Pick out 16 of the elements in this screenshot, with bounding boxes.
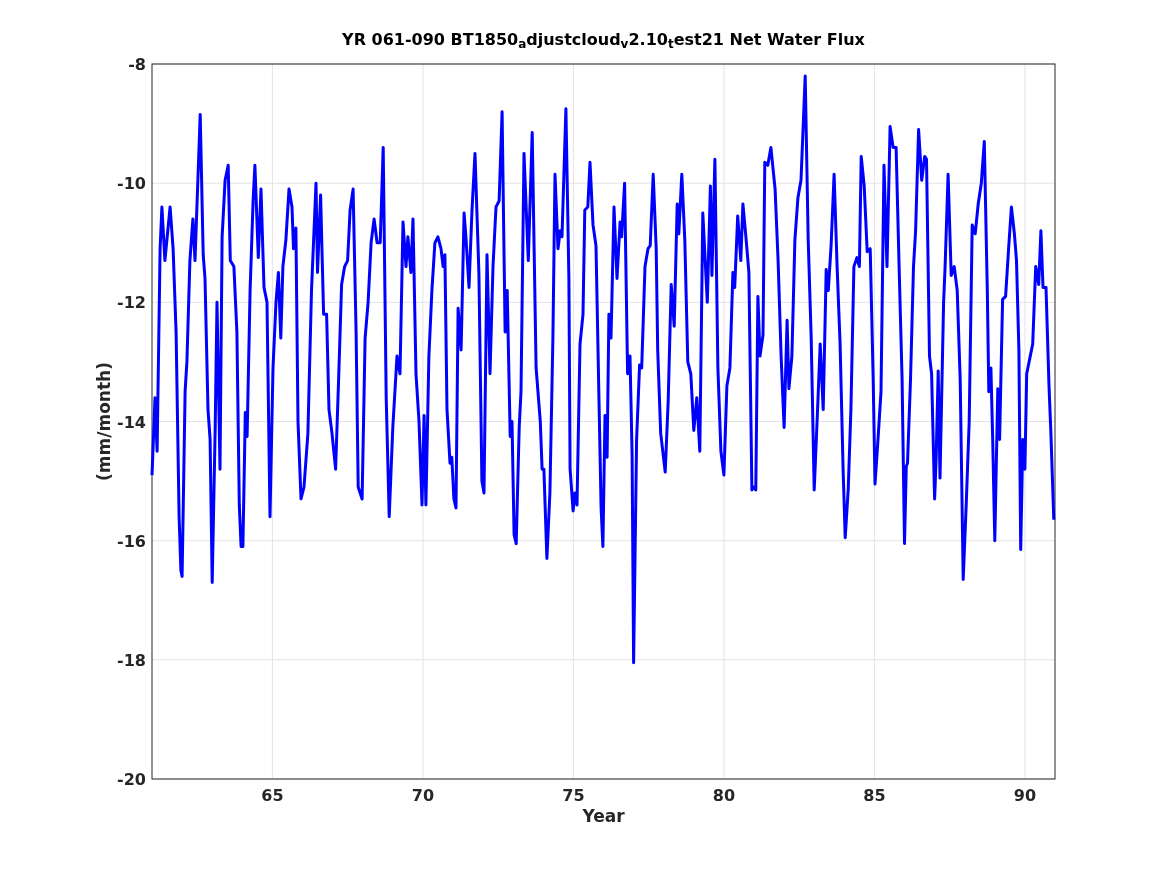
x-tick-label: 90 — [1013, 786, 1037, 805]
y-tick-label: -12 — [117, 293, 146, 313]
y-tick-label: -8 — [128, 55, 146, 74]
y-axis-label: (mm/month) — [94, 362, 114, 481]
x-tick-label: 75 — [562, 786, 585, 805]
x-axis-label: Year — [582, 806, 625, 826]
y-tick-label: -18 — [117, 650, 146, 670]
y-tick-label: -10 — [117, 174, 146, 194]
x-tick-label: 85 — [863, 786, 886, 805]
y-tick-label: -16 — [117, 531, 146, 551]
y-tick-label: -20 — [117, 770, 146, 789]
x-tick-label: 80 — [712, 786, 736, 805]
x-tick-label: 65 — [261, 786, 284, 805]
x-tick-label: 70 — [411, 786, 435, 805]
chart-title: YR 061-090 BT1850$_{a}$djustcloud$_{v}$2.10$_{t}$est21 Net Water Flux — [342, 29, 865, 52]
y-tick-label: -14 — [117, 412, 146, 432]
